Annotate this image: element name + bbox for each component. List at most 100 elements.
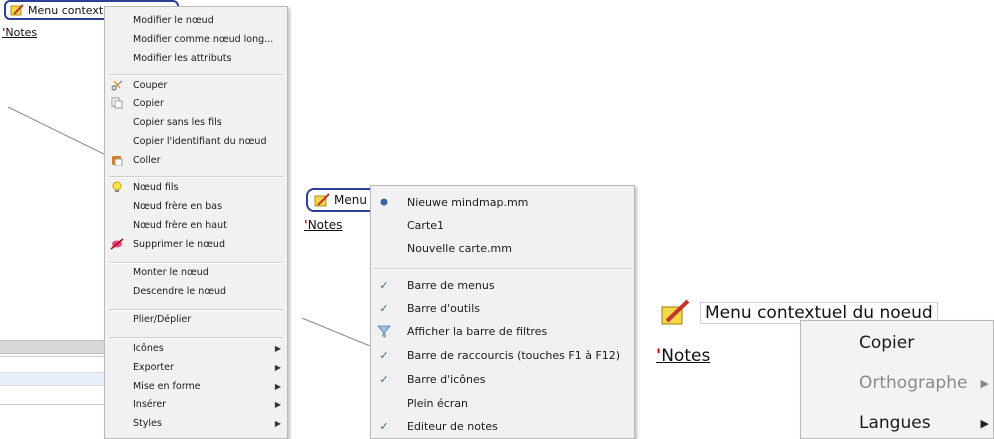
menu-item[interactable]: Nieuwe mindmap.mm	[371, 194, 634, 210]
menu-item-label: Couper	[133, 79, 168, 91]
menu-item[interactable]: Langues ▶	[801, 411, 993, 435]
notes-node[interactable]: 'Notes	[2, 26, 37, 39]
menu-item[interactable]: Copier l'identifiant du nœud	[105, 134, 287, 148]
edit-node-icon	[314, 192, 330, 208]
menu-item-label: Copier	[859, 333, 915, 353]
menu-item-label: Nouvelle carte.mm	[407, 241, 512, 255]
menu-separator	[109, 309, 283, 311]
radio-selected-icon	[376, 194, 392, 210]
menu-item-label: Insérer	[133, 398, 167, 410]
checkmark-icon: ✓	[379, 278, 389, 292]
menu-item-label: Nœud frère en haut	[133, 219, 227, 231]
menu-item-label: Nœud frère en bas	[133, 200, 223, 212]
menu-item[interactable]: Descendre le nœud	[105, 284, 287, 298]
menu-item[interactable]: Supprimer le nœud	[105, 237, 287, 251]
bulb-icon	[110, 180, 124, 194]
menu-item[interactable]: Coller	[105, 153, 287, 167]
submenu-arrow-icon: ▶	[980, 416, 989, 430]
menu-item[interactable]: Nœud frère en bas	[105, 199, 287, 213]
scroll-bar[interactable]	[0, 340, 104, 354]
menu-item-label: Modifier le nœud	[133, 14, 214, 26]
submenu-arrow-icon: ▶	[274, 362, 281, 372]
menu-item: Orthographe ▶	[801, 371, 993, 395]
menu-item-label: Descendre le nœud	[133, 285, 227, 297]
empty-mark-icon	[376, 240, 392, 256]
menu-item[interactable]: Exporter ▶	[105, 360, 287, 374]
menu-item[interactable]: ✓ Barre d'outils	[371, 300, 634, 316]
menu-item[interactable]: Styles ▶	[105, 416, 287, 430]
notes-label: Notes	[307, 218, 343, 232]
empty-mark-icon	[376, 395, 392, 411]
submenu-arrow-icon: ▶	[274, 343, 281, 353]
menu-item[interactable]: Modifier comme nœud long...	[105, 32, 287, 46]
menu-item-label: Langues	[859, 413, 931, 433]
edit-node-icon	[10, 3, 24, 17]
menu-item-label: Plier/Déplier	[133, 313, 192, 325]
checkmark-icon: ✓	[379, 348, 389, 362]
edit-node-icon	[660, 299, 690, 327]
menu-separator	[373, 268, 632, 270]
menu-item[interactable]: Icônes ▶	[105, 341, 287, 355]
context-menu-1: Modifier le nœud Modifier comme nœud long…	[104, 6, 288, 439]
menu-item[interactable]: Nouvelle carte.mm	[371, 240, 634, 256]
menu-item-label: Icônes	[133, 342, 164, 354]
menu-item[interactable]: ✓ Barre de menus	[371, 277, 634, 293]
menu-item[interactable]: Copier	[105, 96, 287, 110]
menu-item-label: Coller	[133, 154, 161, 166]
checkmark-icon: ✓	[379, 301, 389, 315]
menu-item-label: Plein écran	[407, 396, 469, 410]
menu-item[interactable]: Afficher la barre de filtres	[371, 323, 634, 339]
menu-item-label: Orthographe	[859, 373, 968, 393]
menu-item-label: Barre de menus	[407, 278, 495, 292]
menu-item[interactable]: Insérer ▶	[105, 397, 287, 411]
menu-item-label: Copier l'identifiant du nœud	[133, 135, 267, 147]
menu-item-label: Copier	[133, 97, 164, 109]
menu-item[interactable]: Modifier le nœud	[105, 13, 287, 27]
menu-item-label: Barre d'outils	[407, 301, 481, 315]
divider	[0, 404, 104, 405]
menu-item-label: Supprimer le nœud	[133, 238, 225, 250]
context-menu-2: Nieuwe mindmap.mm Carte1 Nouvelle carte.mm…	[370, 185, 635, 439]
menu-separator	[109, 176, 283, 178]
menu-item-label: Barre de raccourcis (touches F1 à F12)	[407, 348, 621, 362]
delete-node-icon	[110, 237, 124, 251]
menu-item[interactable]: ✓ Barre d'icônes	[371, 371, 634, 387]
notes-node[interactable]: 'Notes	[304, 218, 342, 232]
menu-item-label: Copier sans les fils	[133, 116, 222, 128]
submenu-arrow-icon: ▶	[274, 399, 281, 409]
menu-item[interactable]: Plein écran	[371, 395, 634, 411]
empty-mark-icon	[376, 217, 392, 233]
checkmark-icon: ✓	[379, 419, 389, 433]
menu-item[interactable]: Copier	[801, 331, 993, 355]
menu-item-label: Monter le nœud	[133, 266, 209, 278]
menu-item-label: Editeur de notes	[407, 419, 498, 433]
scissors-icon	[110, 78, 124, 92]
submenu-arrow-icon: ▶	[274, 418, 281, 428]
menu-item[interactable]: Copier sans les fils	[105, 115, 287, 129]
menu-item[interactable]: Couper	[105, 78, 287, 92]
menu-item[interactable]: Modifier les attributs	[105, 51, 287, 65]
menu-item-label: Modifier les attributs	[133, 52, 232, 64]
menu-item-label: Barre d'icônes	[407, 372, 486, 386]
menu-item[interactable]: Nœud fils	[105, 180, 287, 194]
menu-item[interactable]: Carte1	[371, 217, 634, 233]
menu-item[interactable]: ✓ Barre de raccourcis (touches F1 à F12)	[371, 347, 634, 363]
menu-item[interactable]: Nœud frère en haut	[105, 218, 287, 232]
menu-item[interactable]: Mise en forme ▶	[105, 379, 287, 393]
menu-item[interactable]: ✓ Editeur de notes	[371, 418, 634, 434]
filter-icon	[376, 323, 392, 339]
menu-separator	[109, 262, 283, 264]
menu-item[interactable]: Monter le nœud	[105, 265, 287, 279]
checkmark-icon: ✓	[379, 372, 389, 386]
context-menu-3: Copier Orthographe ▶ Langues ▶	[800, 320, 994, 439]
submenu-arrow-icon: ▶	[980, 376, 989, 390]
copy-icon	[110, 96, 124, 110]
menu-item-label: Afficher la barre de filtres	[407, 324, 548, 338]
menu-item[interactable]: Plier/Déplier	[105, 312, 287, 326]
notes-label: Notes	[5, 26, 38, 39]
menu-item-label: Carte1	[407, 218, 445, 232]
menu-item-label: Exporter	[133, 361, 174, 373]
notes-node[interactable]: 'Notes	[656, 346, 710, 366]
list-row	[0, 372, 104, 386]
paste-icon	[110, 153, 124, 167]
